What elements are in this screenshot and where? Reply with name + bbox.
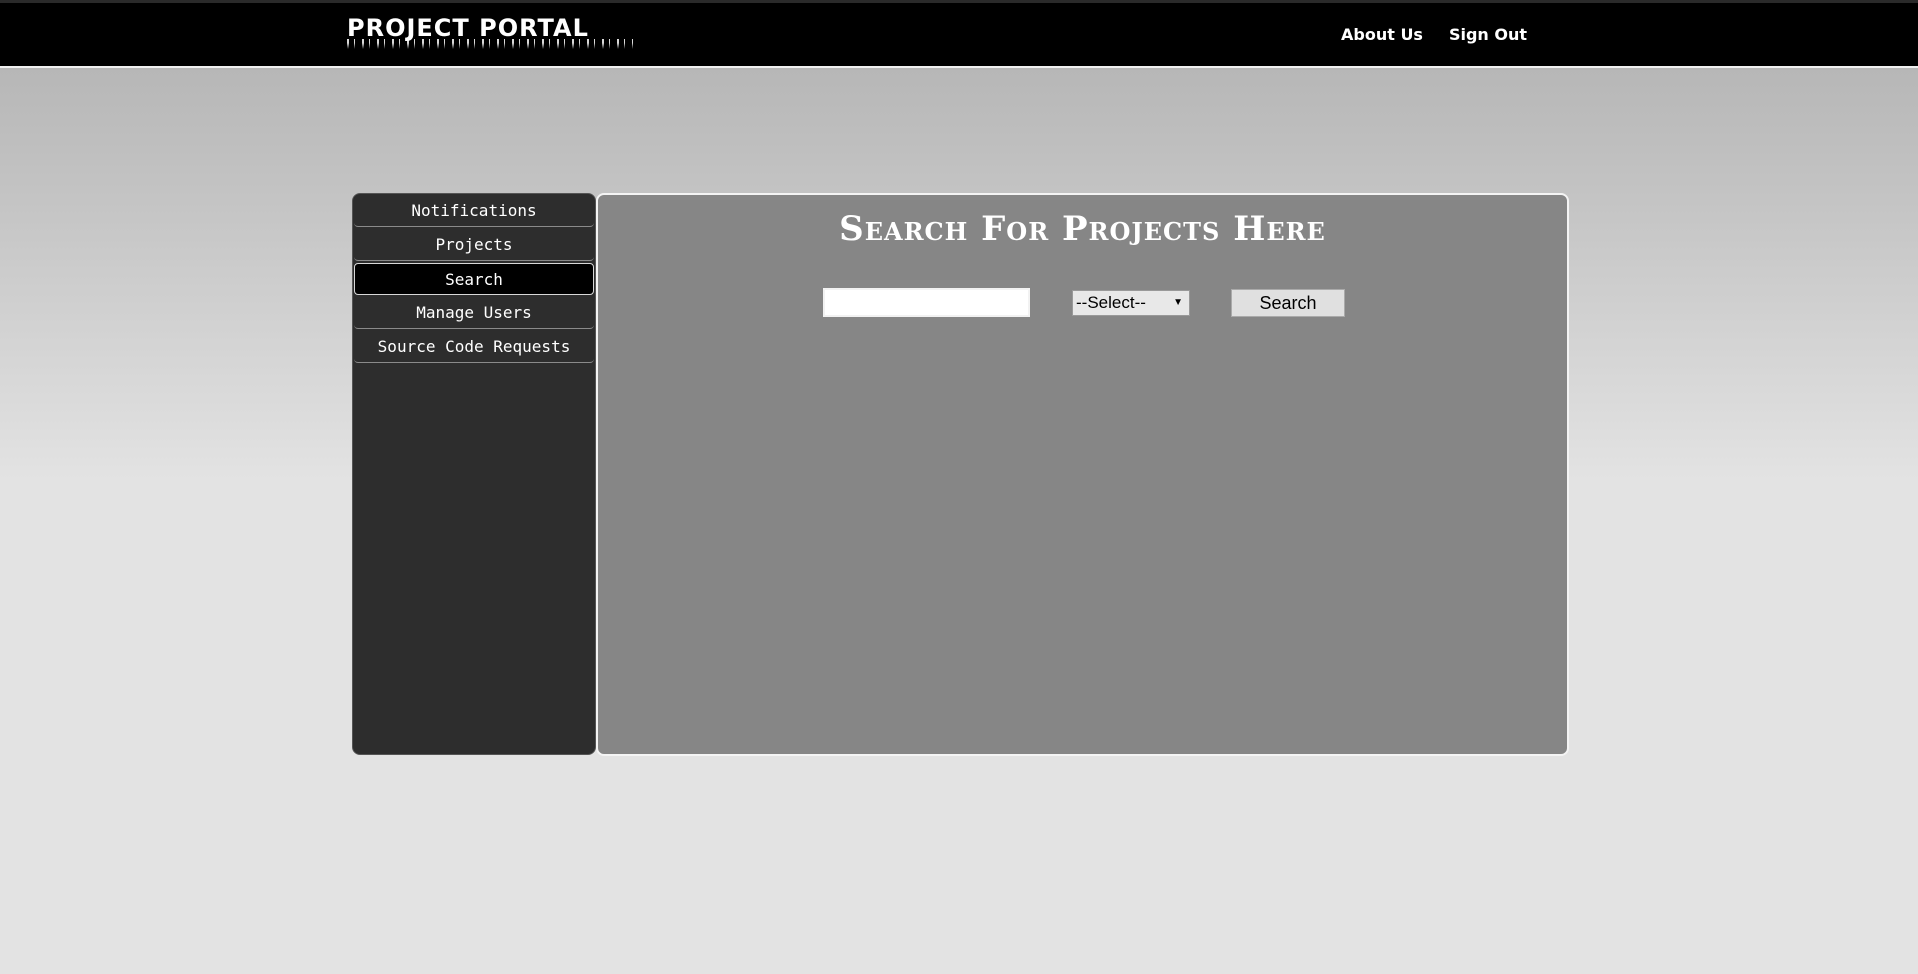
dropdown-arrow-icon: ▼: [1173, 297, 1183, 308]
sidebar-item-search[interactable]: Search: [354, 263, 594, 295]
top-nav: About Us Sign Out: [1341, 25, 1527, 44]
search-input[interactable]: [823, 288, 1030, 317]
sign-out-link[interactable]: Sign Out: [1449, 25, 1527, 44]
search-button[interactable]: Search: [1231, 289, 1345, 317]
select-value: --Select--: [1076, 293, 1146, 312]
page-title: Search For Projects Here: [839, 209, 1326, 249]
logo-text: PROJECT PORTAL: [347, 14, 589, 42]
search-category-select[interactable]: --Select-- ▼: [1072, 290, 1190, 316]
sidebar-item-notifications[interactable]: Notifications: [354, 195, 594, 227]
logo-drip-decoration: [347, 39, 633, 49]
about-us-link[interactable]: About Us: [1341, 25, 1423, 44]
site-logo[interactable]: PROJECT PORTAL: [347, 14, 633, 49]
sidebar-item-source-code-requests[interactable]: Source Code Requests: [354, 331, 594, 363]
sidebar-item-projects[interactable]: Projects: [354, 229, 594, 261]
sidebar-menu: Notifications Projects Search Manage Use…: [352, 193, 596, 755]
sidebar-item-manage-users[interactable]: Manage Users: [354, 297, 594, 329]
main-content-panel: Search For Projects Here --Select-- ▼ Se…: [596, 193, 1569, 756]
top-navigation-bar: PROJECT PORTAL About Us Sign Out: [0, 0, 1918, 68]
